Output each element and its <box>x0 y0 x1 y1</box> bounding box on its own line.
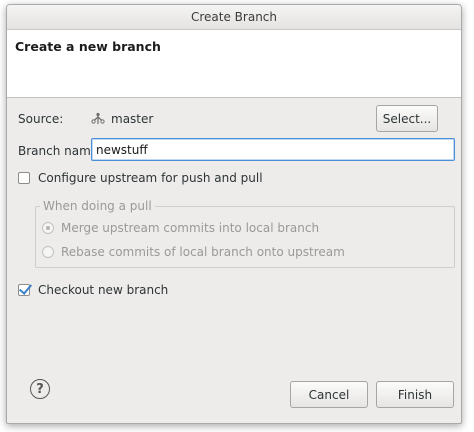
select-source-button[interactable]: Select... <box>376 105 438 132</box>
dialog-banner: Create a new branch <box>7 30 461 98</box>
pull-options-legend: When doing a pull <box>40 199 155 213</box>
pull-options-group: When doing a pull Merge upstream commits… <box>35 199 455 268</box>
rebase-radio-label: Rebase commits of local branch onto upst… <box>61 245 345 259</box>
checkout-checkbox[interactable] <box>18 284 30 296</box>
checkout-label: Checkout new branch <box>38 283 169 297</box>
source-value: master <box>91 111 153 127</box>
branch-name-input[interactable] <box>91 138 455 161</box>
help-icon[interactable]: ? <box>30 379 50 399</box>
branch-name-label: Branch name: <box>18 144 103 158</box>
source-label: Source: <box>18 112 64 126</box>
dialog-title: Create Branch <box>190 10 277 24</box>
merge-radio-label: Merge upstream commits into local branch <box>61 221 320 235</box>
dialog-titlebar[interactable]: Create Branch <box>7 5 461 30</box>
branch-icon <box>91 112 105 124</box>
source-branch-name: master <box>111 112 154 126</box>
merge-radio-row[interactable]: Merge upstream commits into local branch <box>42 220 319 236</box>
configure-upstream-checkbox[interactable] <box>18 172 30 184</box>
configure-upstream-label: Configure upstream for push and pull <box>38 171 263 185</box>
source-row: Source: <box>18 111 63 127</box>
branch-name-row: Branch name: <box>18 143 102 159</box>
finish-button[interactable]: Finish <box>376 381 454 408</box>
checkout-checkbox-row[interactable]: Checkout new branch <box>18 282 168 298</box>
rebase-radio[interactable] <box>42 246 54 258</box>
create-branch-dialog: Create Branch Create a new branch Source… <box>6 4 462 424</box>
merge-radio[interactable] <box>42 222 54 234</box>
configure-upstream-checkbox-row[interactable]: Configure upstream for push and pull <box>18 170 263 186</box>
rebase-radio-row[interactable]: Rebase commits of local branch onto upst… <box>42 244 345 260</box>
cancel-button[interactable]: Cancel <box>290 381 368 408</box>
banner-title: Create a new branch <box>15 39 161 54</box>
